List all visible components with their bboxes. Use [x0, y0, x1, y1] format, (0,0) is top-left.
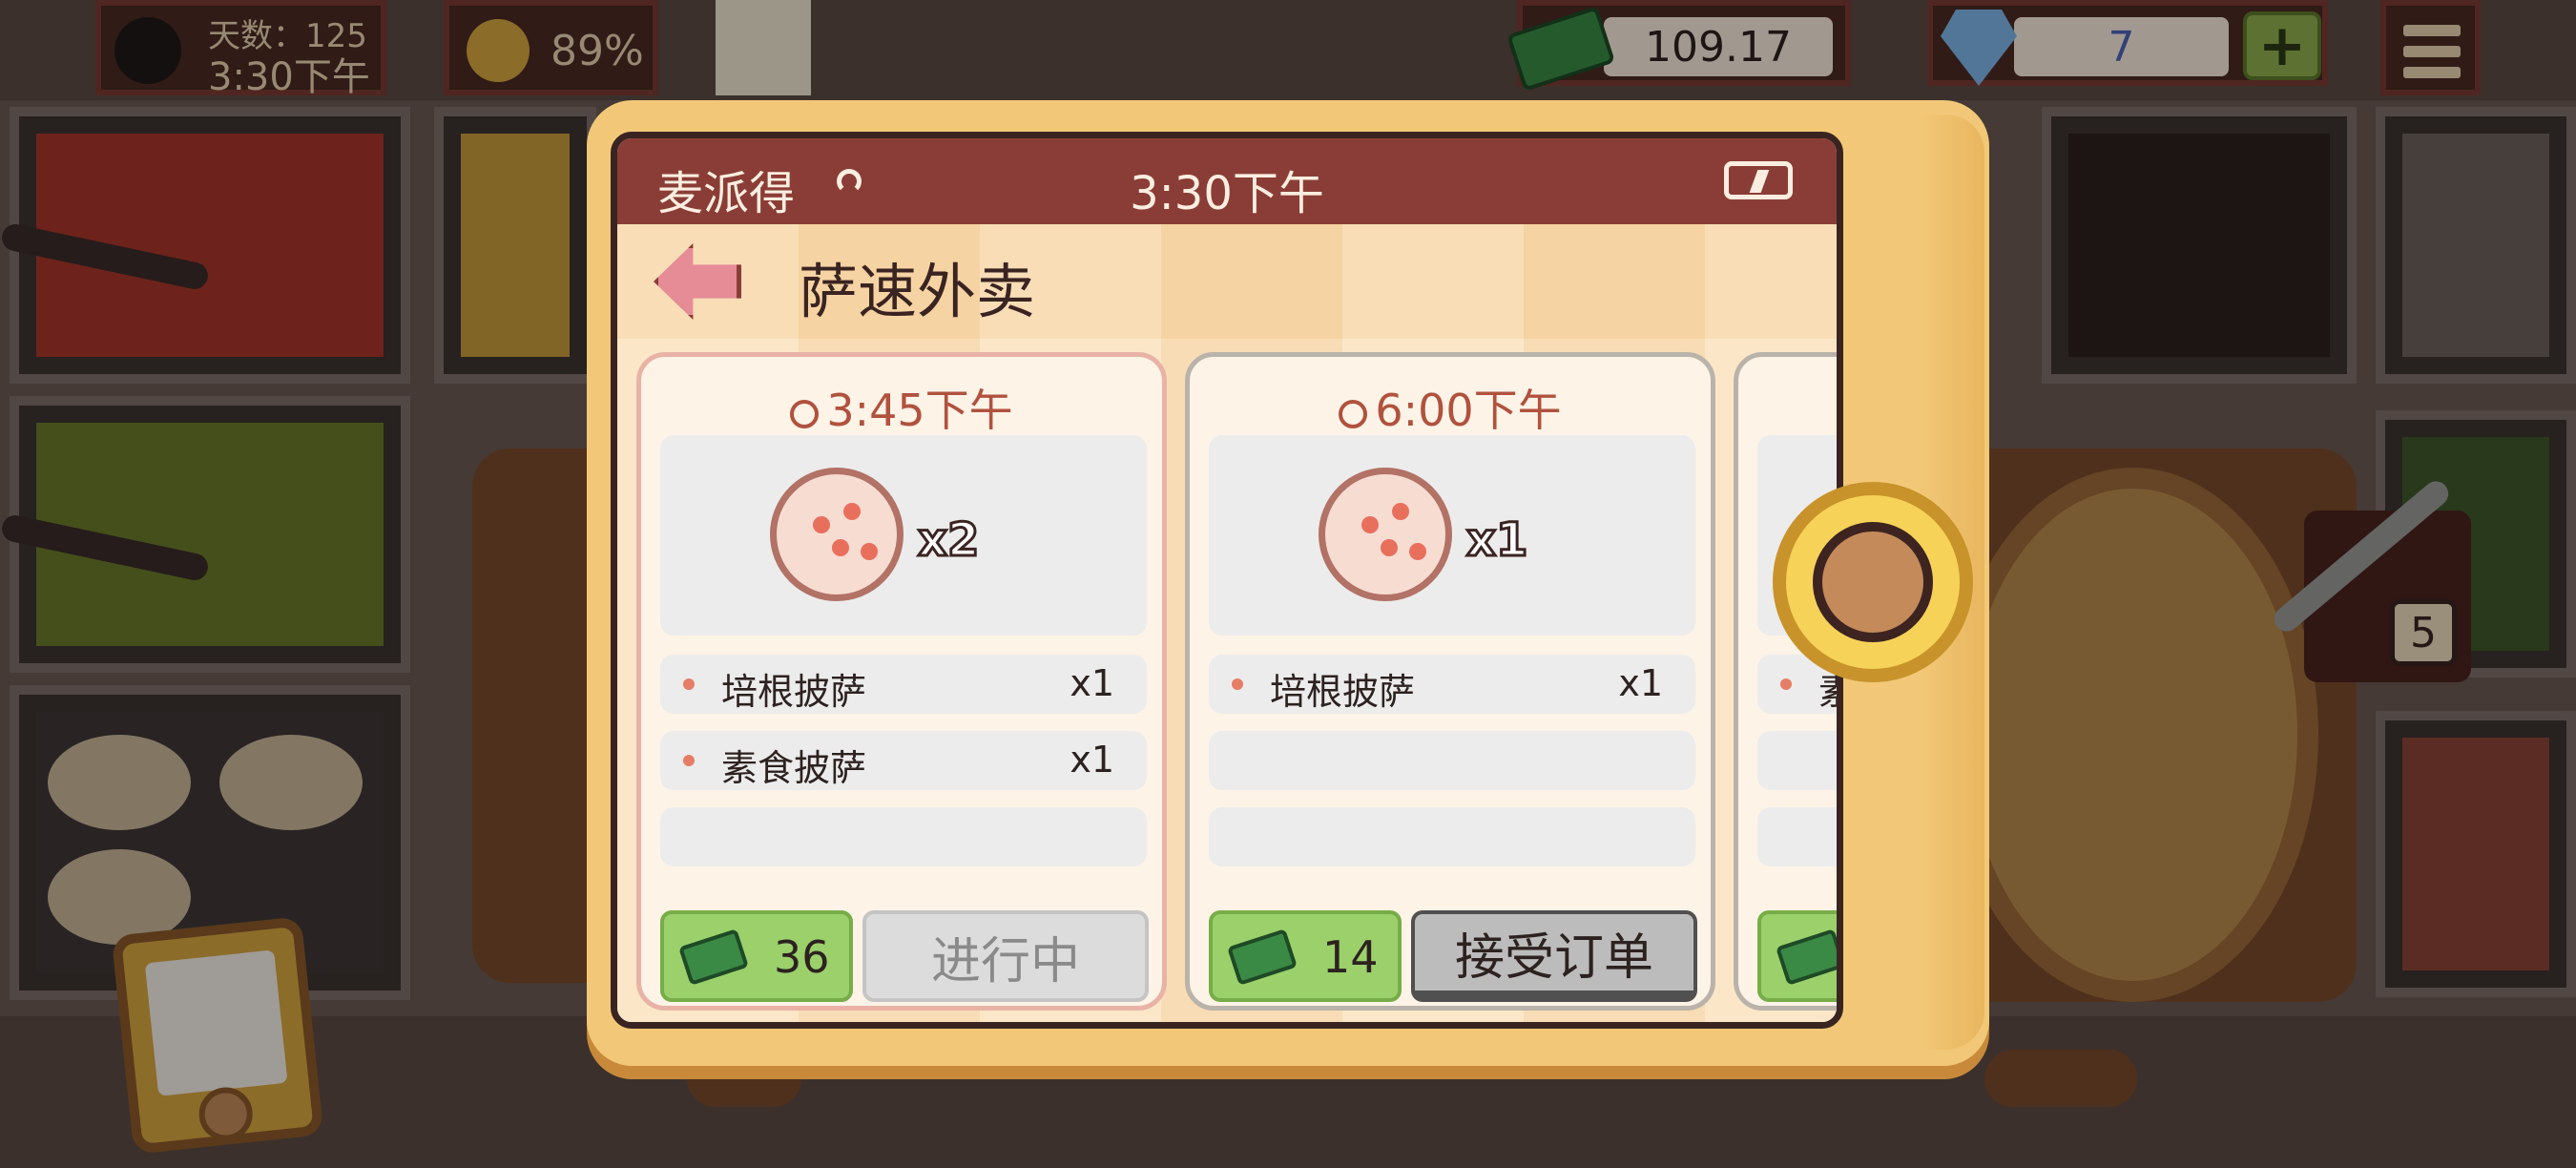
pizza-icon	[770, 468, 904, 601]
item-qty: x1	[1618, 662, 1663, 704]
pizza-quantity: x2	[916, 512, 980, 569]
in-progress-button[interactable]: 进行中	[862, 910, 1149, 1002]
order-item-empty	[660, 807, 1147, 866]
item-name: 素食披萨	[721, 747, 867, 789]
app-header: 萨速外卖	[617, 224, 1837, 339]
clock-icon	[790, 399, 820, 428]
status-time: 3:30下午	[1130, 167, 1324, 220]
cash-icon	[678, 928, 749, 986]
order-card[interactable]: 6:00下午 x1 培根披萨 x1 14 接受订单	[1185, 352, 1715, 1011]
price-value: 36	[774, 931, 830, 983]
order-price	[1757, 910, 1837, 1002]
item-qty: x1	[1070, 662, 1114, 704]
order-item-empty	[1757, 807, 1837, 866]
order-item-empty	[1209, 731, 1695, 790]
order-time-text: 6:00下午	[1375, 385, 1562, 436]
item-qty: x1	[1070, 739, 1114, 781]
page-title: 萨速外卖	[799, 257, 1036, 326]
clock-icon	[1339, 399, 1368, 428]
status-bar: 麦派得 3:30下午	[617, 138, 1837, 224]
order-item-empty	[1209, 807, 1695, 866]
order-item-empty	[1757, 731, 1837, 790]
order-item: 培根披萨 x1	[1209, 655, 1695, 714]
back-arrow-button[interactable]	[654, 243, 741, 320]
order-card[interactable]: 素	[1734, 352, 1837, 1011]
order-time-text: 3:45下午	[826, 385, 1013, 436]
cash-icon	[1776, 928, 1837, 986]
tablet-screen: 麦派得 3:30下午 萨速外卖 3:45下午 x2 培根披萨 x1 素食披萨 x…	[611, 132, 1843, 1029]
cash-icon	[1227, 928, 1298, 986]
order-time: 3:45下午	[641, 376, 1162, 439]
pizza-icon	[1319, 468, 1452, 601]
item-name: 培根披萨	[721, 671, 867, 713]
price-value: 14	[1322, 931, 1379, 983]
item-name: 培根披萨	[1270, 671, 1416, 713]
order-card[interactable]: 3:45下午 x2 培根披萨 x1 素食披萨 x1 36 进行中	[636, 352, 1167, 1011]
order-price: 36	[660, 910, 853, 1002]
order-item: 培根披萨 x1	[660, 655, 1147, 714]
order-price: 14	[1209, 910, 1402, 1002]
order-item: 素食披萨 x1	[660, 731, 1147, 790]
pizza-preview: x1	[1209, 435, 1695, 636]
pizza-quantity: x1	[1465, 512, 1528, 569]
order-time: 6:00下午	[1190, 376, 1711, 439]
orders-list: 3:45下午 x2 培根披萨 x1 素食披萨 x1 36 进行中 6:00下午 …	[617, 339, 1837, 1022]
pizza-preview: x2	[660, 435, 1147, 636]
battery-icon	[1724, 161, 1793, 199]
tablet-home-button[interactable]	[1773, 482, 1973, 682]
home-button-icon	[1813, 522, 1933, 642]
accept-order-button[interactable]: 接受订单	[1411, 910, 1697, 1002]
